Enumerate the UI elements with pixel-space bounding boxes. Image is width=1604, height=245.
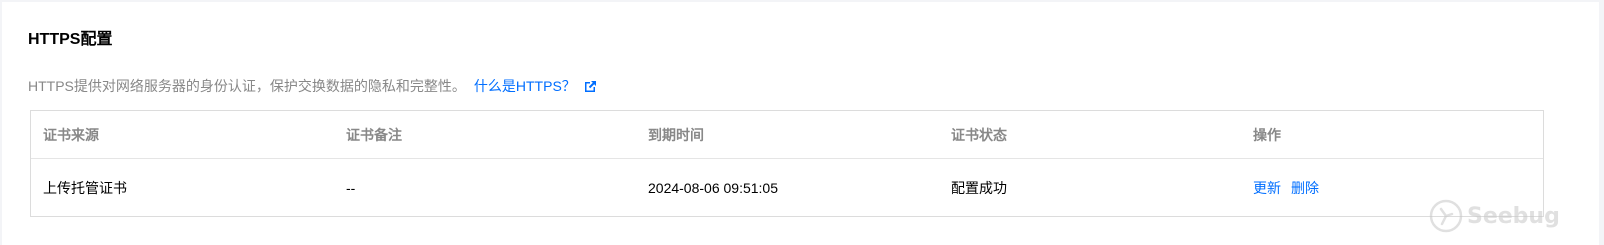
cell-cert-status: 配置成功	[951, 179, 1007, 196]
header-actions: 操作	[1253, 126, 1281, 143]
section-description-line: HTTPS提供对网络服务器的身份认证，保护交换数据的隐私和完整性。 什么是HTTP…	[28, 76, 597, 96]
header-expire-time: 到期时间	[648, 126, 704, 143]
table-header-row: 证书来源 证书备注 到期时间 证书状态 操作	[31, 111, 1543, 159]
external-link-icon[interactable]	[584, 80, 597, 93]
certificate-table: 证书来源 证书备注 到期时间 证书状态 操作 上传托管证书 -- 2024-08…	[30, 110, 1544, 217]
seebug-watermark: Seebug	[1428, 198, 1560, 234]
cell-cert-source: 上传托管证书	[43, 179, 127, 196]
delete-button[interactable]: 删除	[1291, 180, 1319, 196]
watermark-text: Seebug	[1467, 203, 1560, 229]
seebug-logo-icon	[1429, 199, 1463, 233]
section-description: HTTPS提供对网络服务器的身份认证，保护交换数据的隐私和完整性。	[28, 78, 466, 94]
cell-actions: 更新 删除	[1241, 178, 1543, 198]
header-cert-source: 证书来源	[43, 126, 99, 143]
header-cert-status: 证书状态	[951, 126, 1007, 143]
update-button[interactable]: 更新	[1253, 180, 1281, 196]
https-config-card: HTTPS配置 HTTPS提供对网络服务器的身份认证，保护交换数据的隐私和完整性…	[2, 2, 1599, 245]
cell-cert-remark: --	[346, 179, 356, 196]
table-row: 上传托管证书 -- 2024-08-06 09:51:05 配置成功 更新 删除	[31, 159, 1543, 216]
cell-expire-time: 2024-08-06 09:51:05	[648, 179, 778, 196]
what-is-https-link[interactable]: 什么是HTTPS？	[474, 78, 576, 94]
header-cert-remark: 证书备注	[346, 126, 402, 143]
section-title: HTTPS配置	[28, 31, 113, 48]
